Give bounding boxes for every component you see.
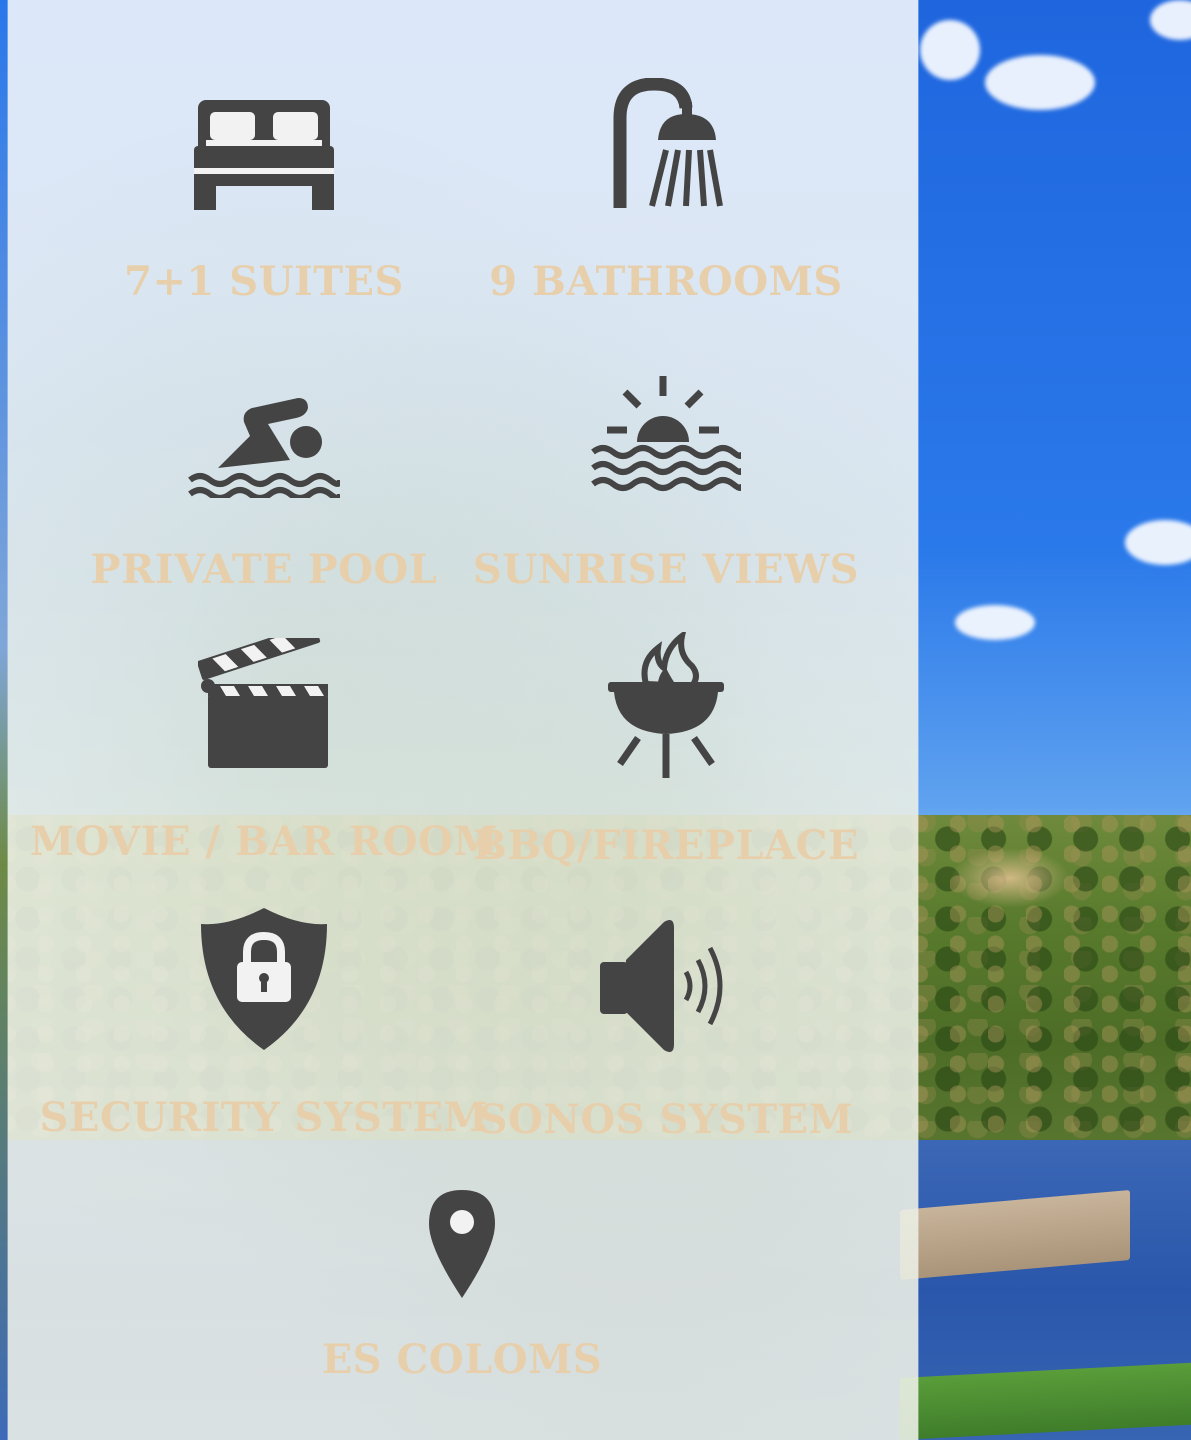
feature-label: SONOS SYSTEM xyxy=(478,1096,854,1143)
cloud xyxy=(920,20,980,80)
feature-label: ES COLOMS xyxy=(321,1336,603,1383)
left-edge xyxy=(0,0,8,1440)
feature-label: SUNRISE VIEWS xyxy=(472,546,860,593)
speaker-icon xyxy=(600,920,723,1052)
cloud xyxy=(955,605,1035,640)
feature-movie-bar: MOVIE / BAR ROOM xyxy=(30,638,498,865)
feature-label: BBQ/FIREPLACE xyxy=(473,822,859,869)
swimmer-icon xyxy=(188,398,340,498)
feature-label: 9 BATHROOMS xyxy=(489,258,843,305)
feature-sonos: SONOS SYSTEM xyxy=(479,916,853,1143)
village xyxy=(950,848,1070,908)
feature-location: ES COLOMS xyxy=(322,1188,602,1383)
feature-label: MOVIE / BAR ROOM xyxy=(29,818,499,865)
bbq-grill-icon xyxy=(608,632,724,778)
feature-sunrise: SUNRISE VIEWS xyxy=(473,376,859,593)
feature-label: 7+1 SUITES xyxy=(124,258,404,305)
cloud xyxy=(985,55,1095,110)
feature-label: SECURITY SYSTEM xyxy=(39,1094,489,1141)
shower-icon xyxy=(613,78,723,208)
feature-suites: 7+1 SUITES xyxy=(124,98,403,305)
features-panel: 7+1 SUITES 9 BATHROOMS PRIVATE POOL SUNR… xyxy=(8,0,918,1440)
clapperboard-icon xyxy=(198,638,328,768)
shield-lock-icon xyxy=(201,908,327,1050)
feature-label: PRIVATE POOL xyxy=(90,546,438,593)
feature-bathrooms: 9 BATHROOMS xyxy=(489,78,842,305)
feature-bbq: BBQ/FIREPLACE xyxy=(473,632,858,869)
feature-pool: PRIVATE POOL xyxy=(91,396,437,593)
map-pin-icon xyxy=(429,1190,495,1298)
feature-security: SECURITY SYSTEM xyxy=(40,906,488,1141)
sunrise-icon xyxy=(591,376,741,491)
bed-icon xyxy=(194,100,334,210)
